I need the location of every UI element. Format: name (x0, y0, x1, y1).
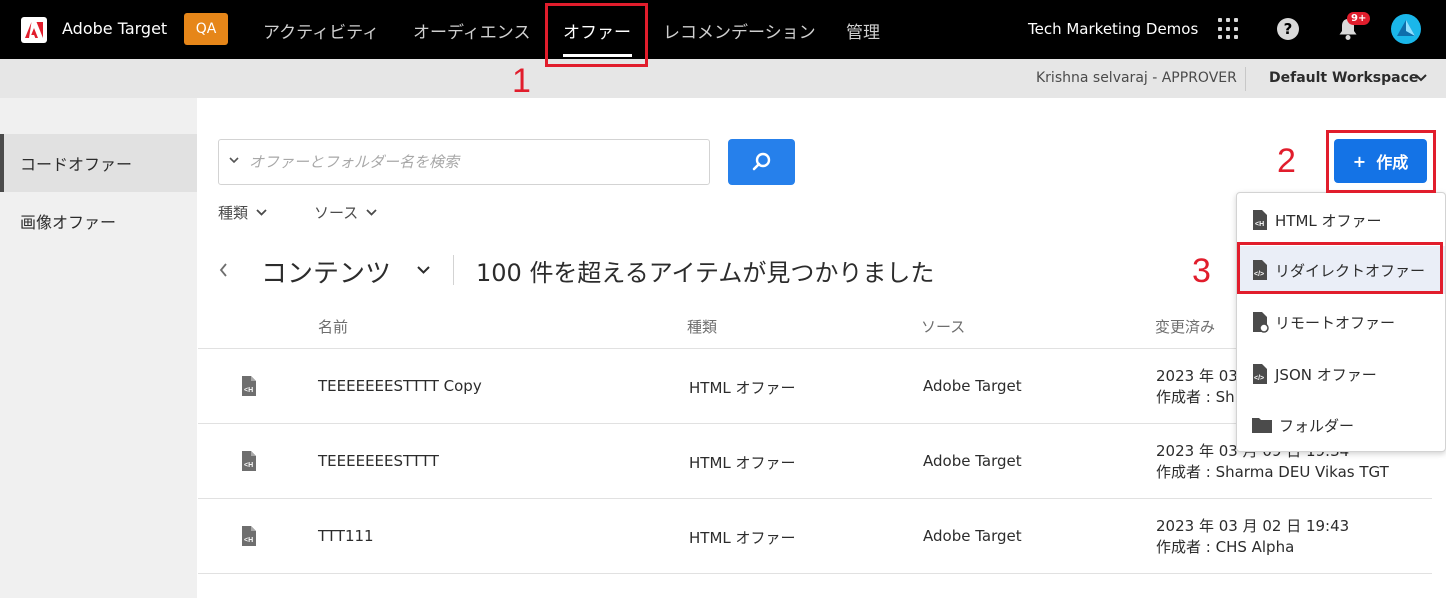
source-filter[interactable]: ソース (314, 202, 377, 223)
column-header-modified[interactable]: 変更済み (1155, 316, 1215, 337)
search-box (218, 139, 710, 185)
row-name[interactable]: TTT111 (318, 527, 374, 545)
row-type: HTML オファー (689, 454, 796, 472)
row-type: HTML オファー (689, 379, 796, 397)
workspace-bar: Krishna selvaraj - APPROVER Default Work… (0, 59, 1446, 98)
app-grid-icon[interactable] (1218, 18, 1240, 40)
annotation-number: 2 (1277, 142, 1296, 180)
nav-activities[interactable]: アクティビティ (263, 18, 379, 43)
annotation-number: 3 (1192, 252, 1211, 290)
menu-item-remote-offer[interactable]: リモートオファー (1237, 298, 1445, 346)
row-source: Adobe Target (923, 527, 1022, 545)
row-date: 2023 年 03 月 02 日 19:43 (1156, 517, 1350, 535)
menu-item-html-offer[interactable]: <H HTML オファー (1237, 196, 1445, 244)
search-button[interactable] (728, 139, 795, 185)
adobe-logo-icon[interactable] (21, 17, 47, 43)
row-name[interactable]: TEEEEEEESTTTT Copy (318, 377, 482, 395)
divider (453, 255, 454, 285)
type-filter[interactable]: 種類 (218, 202, 267, 223)
workspace-selector[interactable]: Default Workspace (1269, 70, 1418, 86)
menu-item-label: JSON オファー (1275, 365, 1377, 384)
nav-recommendations[interactable]: レコメンデーション (663, 18, 816, 43)
annotation-number: 1 (512, 62, 531, 100)
menu-item-label: フォルダー (1279, 416, 1355, 435)
table-row[interactable]: <H TTT111 HTML オファー Adobe Target 2023 年 … (198, 498, 1432, 573)
source-filter-label: ソース (314, 204, 359, 222)
table-row[interactable] (198, 573, 1432, 598)
search-icon (752, 152, 770, 171)
app-name[interactable]: Adobe Target (62, 19, 167, 38)
org-switcher[interactable]: Tech Marketing Demos (1028, 20, 1198, 38)
annotation-box-offers (545, 3, 648, 67)
create-menu: <H HTML オファー </> リダイレクトオファー リモートオファー </>… (1236, 192, 1446, 452)
menu-item-label: リモートオファー (1275, 313, 1396, 332)
html-file-icon: <H (242, 376, 256, 396)
menu-item-label: HTML オファー (1275, 211, 1382, 230)
column-header-source[interactable]: ソース (921, 316, 965, 337)
chevron-down-icon (366, 209, 377, 216)
chevron-down-icon (256, 209, 267, 216)
help-icon[interactable]: ? (1277, 18, 1299, 40)
row-source: Adobe Target (923, 377, 1022, 395)
annotation-box-create (1326, 130, 1436, 193)
chevron-down-icon[interactable] (1415, 74, 1427, 82)
html-file-icon: <H (1253, 210, 1267, 230)
nav-audiences[interactable]: オーディエンス (413, 18, 530, 43)
notification-badge: 9+ (1347, 12, 1371, 25)
page-title: コンテンツ (261, 259, 392, 289)
sidebar-item-code-offers[interactable]: コードオファー (0, 134, 197, 192)
row-author: 作成者 : CHS Alpha (1156, 538, 1295, 556)
svg-text:<H: <H (244, 387, 253, 394)
divider (1245, 67, 1246, 91)
chevron-down-icon[interactable] (417, 266, 430, 274)
row-date: 2023 年 03 (1156, 367, 1238, 385)
nav-admin[interactable]: 管理 (846, 18, 880, 43)
avatar[interactable] (1391, 14, 1421, 44)
env-badge: QA (184, 13, 228, 45)
sidebar: コードオファー 画像オファー (0, 98, 197, 598)
top-nav-bar: Adobe Target QA アクティビティ オーディエンス オファー レコメ… (0, 0, 1446, 59)
remote-file-icon (1253, 312, 1269, 333)
row-author: 作成者 : Sh (1156, 388, 1235, 406)
user-role: Krishna selvaraj - APPROVER (1036, 70, 1237, 86)
column-header-type[interactable]: 種類 (687, 316, 717, 337)
column-header-name[interactable]: 名前 (318, 316, 348, 337)
annotation-box-redirect (1237, 242, 1443, 294)
search-input[interactable] (249, 140, 699, 184)
sidebar-item-image-offers[interactable]: 画像オファー (0, 192, 197, 250)
result-count: 100 件を超えるアイテムが見つかりました (476, 259, 935, 287)
html-file-icon: <H (242, 451, 256, 471)
menu-item-json-offer[interactable]: </> JSON オファー (1237, 350, 1445, 398)
svg-text:<H: <H (244, 537, 253, 544)
row-name[interactable]: TEEEEEEESTTTT (318, 452, 439, 470)
svg-text:<H: <H (1255, 221, 1264, 228)
row-type: HTML オファー (689, 529, 796, 547)
chevron-left-icon[interactable] (219, 263, 228, 277)
chevron-down-icon[interactable] (229, 157, 239, 164)
svg-text:</>: </> (1254, 375, 1264, 382)
svg-text:<H: <H (244, 462, 253, 469)
json-file-icon: </> (1253, 364, 1267, 384)
menu-item-folder[interactable]: フォルダー (1237, 401, 1445, 449)
row-source: Adobe Target (923, 452, 1022, 470)
row-author: 作成者 : Sharma DEU Vikas TGT (1156, 463, 1389, 481)
folder-icon (1252, 418, 1272, 433)
type-filter-label: 種類 (218, 204, 249, 222)
html-file-icon: <H (242, 526, 256, 546)
